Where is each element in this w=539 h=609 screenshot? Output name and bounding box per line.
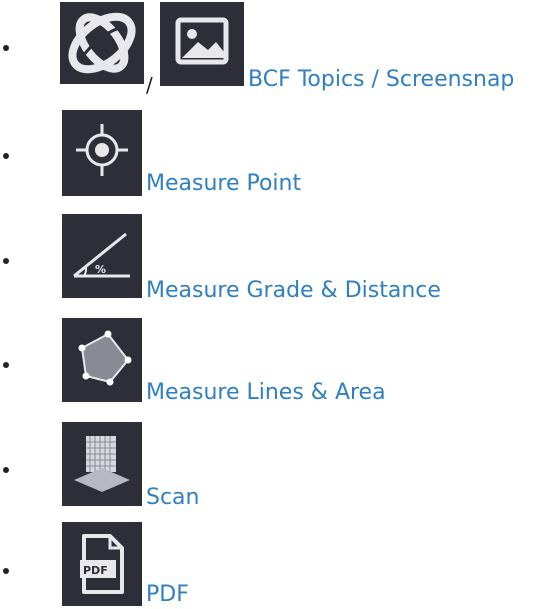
measure-grade-link[interactable]: Measure Grade & Distance (146, 278, 441, 304)
separator: / (146, 73, 153, 97)
list-bullet (3, 45, 9, 51)
list-item-measure-grade: % Measure Grade & Distance (0, 206, 539, 306)
list-bullet (3, 153, 9, 159)
pdf-link[interactable]: PDF (146, 582, 189, 608)
measure-lines-link[interactable]: Measure Lines & Area (146, 380, 386, 406)
list-bullet (3, 467, 9, 473)
list-item-measure-point: Measure Point (0, 104, 539, 204)
list-bullet (3, 258, 9, 264)
pdf-icon[interactable]: PDF (62, 522, 142, 606)
list-bullet (3, 362, 9, 368)
bcf-topics-link[interactable]: BCF Topics / Screensnap (248, 67, 514, 93)
percent-glyph: % (95, 263, 106, 276)
scan-icon[interactable] (62, 422, 142, 506)
list-item-bcf-topics: / BCF Topics / Screensnap (0, 0, 539, 102)
polygon-area-icon[interactable] (62, 318, 142, 402)
list-item-scan: Scan (0, 416, 539, 512)
list-item-pdf: PDF PDF (0, 516, 539, 609)
scan-link[interactable]: Scan (146, 485, 200, 511)
image-icon[interactable] (160, 2, 244, 86)
crosshair-icon[interactable] (62, 110, 142, 196)
orbit-icon[interactable] (60, 2, 144, 84)
list-bullet (3, 568, 9, 574)
pdf-icon-text: PDF (83, 564, 108, 577)
grade-angle-icon[interactable]: % (62, 214, 142, 298)
list-item-measure-lines: Measure Lines & Area (0, 310, 539, 410)
measure-point-link[interactable]: Measure Point (146, 171, 301, 197)
